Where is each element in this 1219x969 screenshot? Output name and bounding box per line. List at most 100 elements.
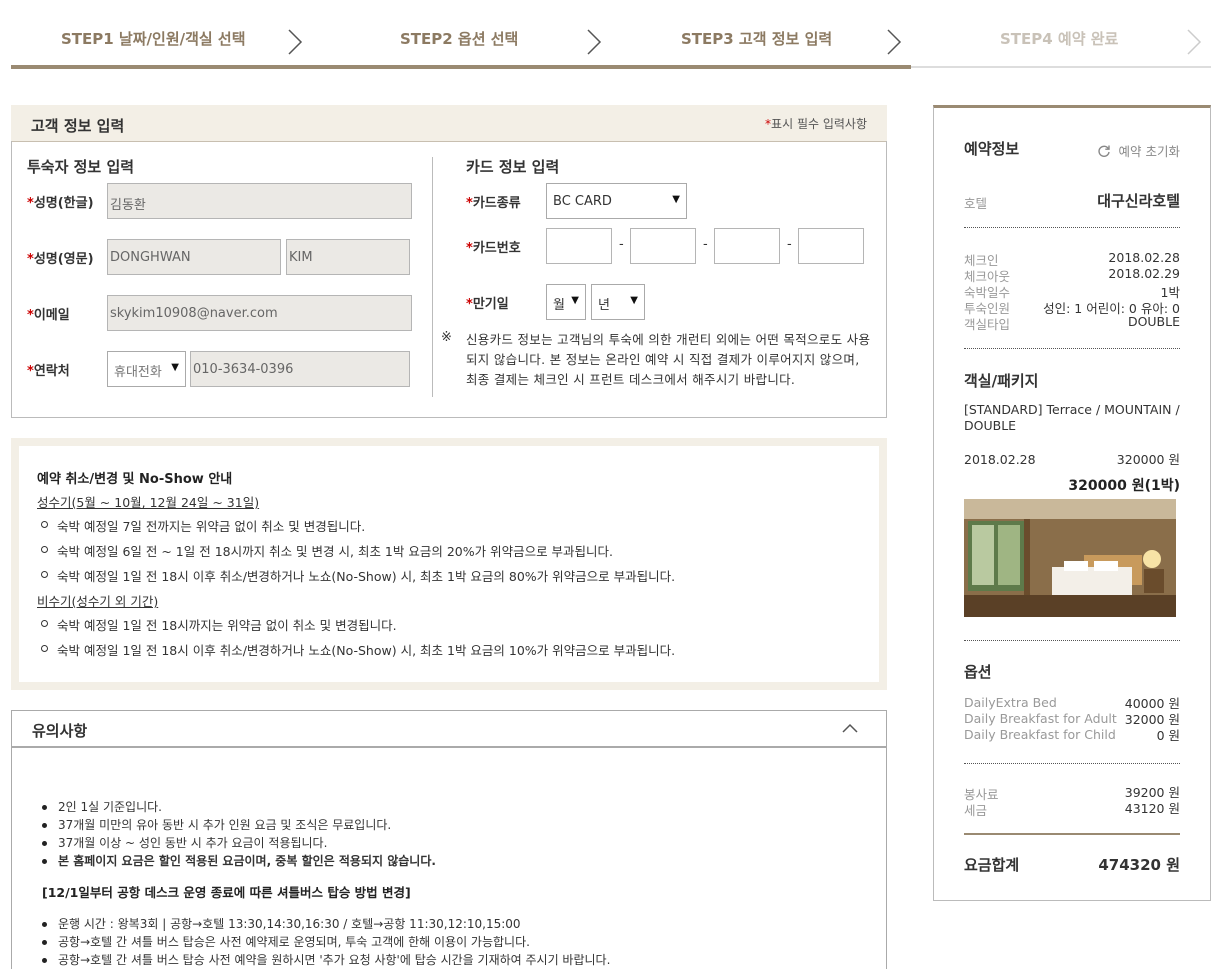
roomtype-label: 객실타입 [964,317,1011,332]
list-item: 숙박 예정일 6일 전 ~ 1일 전 18시까지 취소 및 변경 시, 최초 1… [39,541,879,566]
caret-down-icon: ▼ [571,295,579,306]
name-kr-label: *성명(한글) [27,196,94,211]
guest-info-header: 고객 정보 입력 *표시 필수 입력사항 [11,105,887,142]
notice-mark: ※ [441,330,452,345]
tax-label: 세금 [964,803,988,818]
room-date: 2018.02.28 [964,452,1036,467]
room-photo-image [964,499,1176,617]
step-1: STEP1 날짜/인원/객실 선택 [61,30,246,48]
options-section-title: 옵션 [964,663,992,681]
card-number-3[interactable] [714,228,780,264]
phone-label: *연락처 [27,364,70,379]
hotel-label: 호텔 [964,196,988,211]
card-number-1[interactable] [546,228,612,264]
step-3: STEP3 고객 정보 입력 [681,30,833,48]
notes-title: 유의사항 [32,722,88,740]
offpeak-season-list: 숙박 예정일 1일 전 18시까지는 위약금 없이 취소 및 변경됩니다. 숙박… [39,615,879,665]
hotel-name: 대구신라호텔 [1097,192,1180,210]
caret-down-icon: ▼ [630,295,638,306]
chevron-right-icon [288,29,303,55]
step-4: STEP4 예약 완료 [1000,30,1119,48]
phone-type-select[interactable]: 휴대전화 ▼ [107,351,186,387]
card-number-separator: - [787,237,792,252]
chevron-right-icon [887,29,902,55]
email-field[interactable]: skykim10908@naver.com [107,295,412,331]
list-item: 공항→호텔 간 셔틀 버스 탑승 사전 예약을 원하시면 '추가 요청 사항'에… [40,951,886,969]
list-item: 숙박 예정일 1일 전 18시 이후 취소/변경하거나 노쇼(No-Show) … [39,640,879,665]
offpeak-season-title: 비수기(성수기 외 기간) [37,594,159,609]
column-divider [432,157,433,397]
guest-section-title: 투숙자 정보 입력 [27,158,135,176]
reservation-summary: 예약정보 예약 초기화 호텔 대구신라호텔 체크인 2018.02.28 체크아… [933,105,1211,901]
name-en-last-field[interactable]: KIM [286,239,410,275]
reset-button[interactable]: 예약 초기화 [1097,141,1180,160]
list-item: 2인 1실 기준입니다. [40,798,886,816]
total-value: 474320 원 [1098,856,1180,874]
list-item: 37개월 이상 ~ 성인 동반 시 추가 요금이 적용됩니다. [40,834,886,852]
divider [964,348,1180,349]
expiry-month-select[interactable]: 월 ▼ [546,284,586,320]
room-price: 320000 원 [1116,452,1180,467]
notes-accordion-header[interactable]: 유의사항 [11,710,887,748]
divider [964,227,1180,228]
list-item: 숙박 예정일 1일 전 18시 이후 취소/변경하거나 노쇼(No-Show) … [39,566,879,591]
card-number-4[interactable] [798,228,864,264]
total-divider [964,833,1180,835]
checkin-value: 2018.02.28 [1108,250,1180,265]
list-item: 본 홈페이지 요금은 할인 적용된 요금이며, 중복 할인은 적용되지 않습니다… [40,852,886,870]
list-item: 공항→호텔 간 셔틀 버스 탑승은 사전 예약제로 운영되며, 투숙 고객에 한… [40,933,886,951]
room-photo [964,499,1176,617]
shuttle-list: 운행 시간 : 왕복3회 | 공항→호텔 13:30,14:30,16:30 /… [40,915,886,969]
card-number-label: *카드번호 [466,241,521,256]
card-number-separator: - [703,237,708,252]
divider [964,763,1180,764]
list-item: 37개월 미만의 유아 동반 시 추가 인원 요금 및 조식은 무료입니다. [40,816,886,834]
room-section-title: 객실/패키지 [964,372,1039,390]
step-progress-bar [11,65,911,69]
shuttle-title: [12/1일부터 공항 데스크 운영 종료에 따른 셔틀버스 탑승 방법 변경] [42,885,411,900]
expiry-label: *만기일 [466,297,509,312]
refresh-icon [1097,145,1110,157]
list-item: 숙박 예정일 7일 전까지는 위약금 없이 취소 및 변경됩니다. [39,516,879,541]
list-item: 운행 시간 : 왕복3회 | 공항→호텔 13:30,14:30,16:30 /… [40,915,886,933]
phone-field[interactable]: 010-3634-0396 [190,351,410,387]
card-number-2[interactable] [630,228,696,264]
option-name: DailyExtra Bed [964,695,1057,710]
cancellation-title: 예약 취소/변경 및 No-Show 안내 [37,472,233,487]
required-note: *표시 필수 입력사항 [765,117,867,131]
option-price: 0 원 [1156,728,1180,743]
chevron-right-icon [1187,29,1202,55]
card-section-title: 카드 정보 입력 [466,158,560,176]
guest-info-title: 고객 정보 입력 [31,117,125,135]
name-en-first-field[interactable]: DONGHWAN [107,239,281,275]
room-subtotal: 320000 원(1박) [1068,478,1180,494]
list-item: 숙박 예정일 1일 전 18시까지는 위약금 없이 취소 및 변경됩니다. [39,615,879,640]
total-label: 요금합계 [964,856,1020,874]
step-navigation: STEP1 날짜/인원/객실 선택 STEP2 옵션 선택 STEP3 고객 정… [11,0,1211,70]
name-kr-field[interactable]: 김동환 [107,183,412,219]
caret-down-icon: ▼ [672,194,680,205]
card-number-separator: - [619,237,624,252]
notes-panel: 2인 1실 기준입니다. 37개월 미만의 유아 동반 시 추가 인원 요금 및… [11,748,887,969]
email-label: *이메일 [27,308,70,323]
checkout-value: 2018.02.29 [1108,266,1180,281]
divider [964,640,1180,641]
roomtype-value: DOUBLE [1127,314,1180,329]
cancellation-policy: 예약 취소/변경 및 No-Show 안내 성수기(5월 ~ 10월, 12월 … [11,438,887,690]
name-en-label: *성명(영문) [27,252,94,267]
chevron-up-icon[interactable] [842,723,858,733]
room-name: [STANDARD] Terrace / MOUNTAIN / DOUBLE [964,402,1180,433]
notes-list: 2인 1실 기준입니다. 37개월 미만의 유아 동반 시 추가 인원 요금 및… [40,798,886,870]
caret-down-icon: ▼ [171,362,179,373]
chevron-right-icon [587,29,602,55]
card-type-label: *카드종류 [466,196,521,211]
option-name: Daily Breakfast for Adult [964,711,1117,726]
expiry-year-select[interactable]: 년 ▼ [591,284,645,320]
tax-value: 43120 원 [1124,801,1180,816]
step-progress-track [911,66,1211,68]
peak-season-title: 성수기(5월 ~ 10월, 12월 24일 ~ 31일) [37,495,260,510]
step-2: STEP2 옵션 선택 [400,30,519,48]
card-type-select[interactable]: BC CARD ▼ [546,183,687,219]
card-notice-text: 신용카드 정보는 고객님의 투숙에 의한 개런티 외에는 어떤 목적으로도 사용… [466,332,871,387]
option-name: Daily Breakfast for Child [964,727,1116,742]
